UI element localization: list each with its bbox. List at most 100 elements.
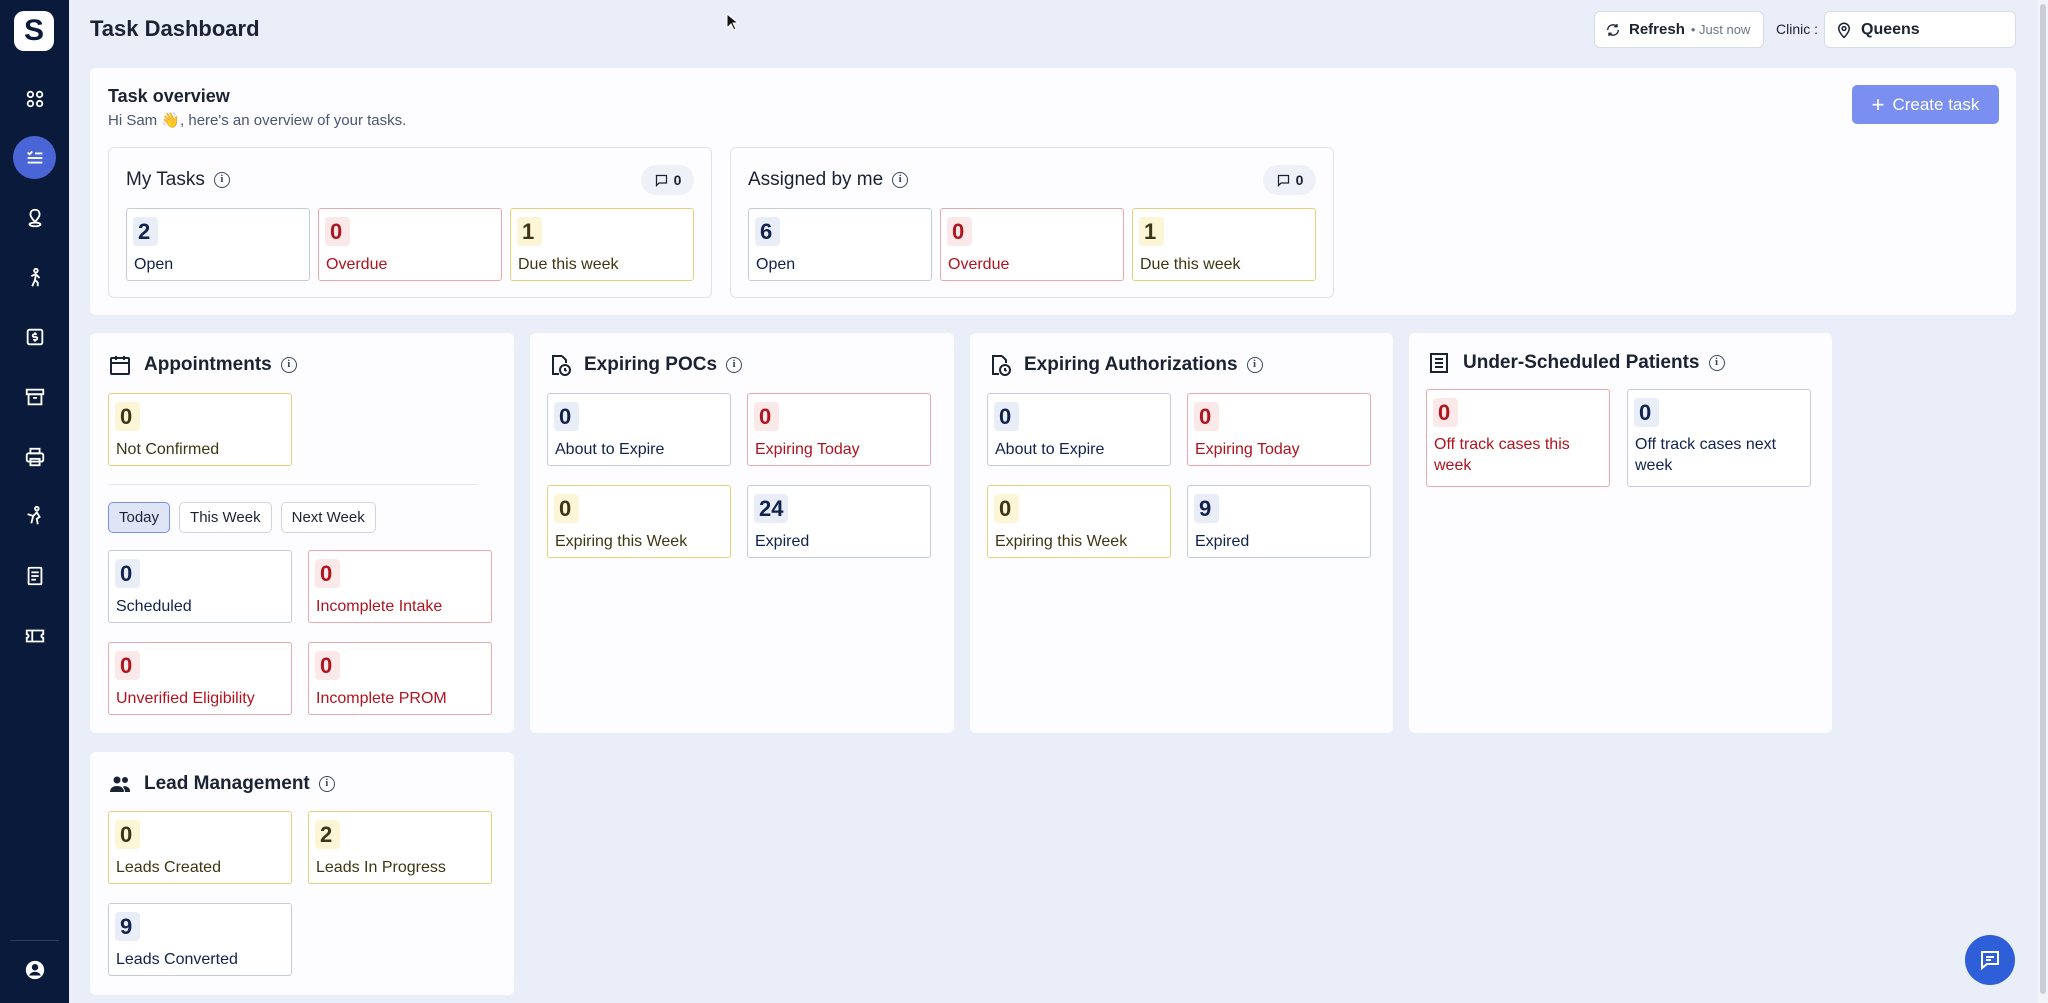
stat-value: 0 (325, 217, 350, 246)
info-icon[interactable]: i (213, 172, 230, 188)
unverified-eligibility-stat[interactable]: 0 Unverified Eligibility (108, 642, 292, 715)
comment-icon (1277, 174, 1289, 187)
incomplete-intake-stat[interactable]: 0 Incomplete Intake (308, 550, 492, 623)
expiring-auth-title: Expiring Authorizations (1024, 354, 1238, 375)
stat-label: Expired (755, 533, 810, 550)
stat-value: 0 (947, 217, 972, 246)
poc-expiring-today[interactable]: 0 Expiring Today (747, 393, 931, 466)
stat-value: 0 (1634, 398, 1659, 427)
stat-label: Due this week (518, 256, 619, 273)
my-tasks-due-this-week[interactable]: 1 Due this week (510, 208, 694, 281)
incomplete-prom-stat[interactable]: 0 Incomplete PROM (308, 642, 492, 715)
printer-icon[interactable] (13, 435, 56, 478)
stat-value: 9 (115, 912, 140, 941)
create-task-button[interactable]: + Create task (1852, 85, 1999, 124)
stat-label: Leads Created (116, 859, 221, 876)
clinic-value: Queens (1861, 20, 1920, 38)
ticket-icon[interactable] (13, 614, 56, 657)
not-confirmed-stat[interactable]: 0 Not Confirmed (108, 393, 292, 466)
my-tasks-comment-count: 0 (673, 172, 682, 188)
auth-expired[interactable]: 9 Expired (1187, 485, 1371, 558)
exercise-icon[interactable] (13, 494, 56, 537)
stat-value: 6 (755, 217, 780, 246)
mouse-cursor-icon (726, 13, 740, 31)
stat-value: 0 (115, 402, 140, 431)
off-track-this-week[interactable]: 0 Off track cases this week (1426, 389, 1610, 487)
assigned-open[interactable]: 6 Open (748, 208, 932, 281)
stat-value: 1 (1139, 217, 1164, 246)
expiring-pocs-title: Expiring POCs (584, 354, 718, 375)
my-tasks-card: My Tasks i 0 2 Open 0 Overdue 1 Due this… (108, 147, 712, 298)
task-overview-subtitle: Hi Sam 👋, here's an overview of your tas… (108, 112, 407, 129)
scheduled-stat[interactable]: 0 Scheduled (108, 550, 292, 623)
tasks-icon[interactable] (13, 136, 56, 179)
poc-about-to-expire[interactable]: 0 About to Expire (547, 393, 731, 466)
info-icon[interactable]: i (892, 172, 909, 188)
stat-value: 0 (315, 651, 340, 680)
stat-label: Off track cases this week (1434, 436, 1570, 474)
stat-value: 0 (1194, 402, 1219, 431)
auth-expiring-today[interactable]: 0 Expiring Today (1187, 393, 1371, 466)
grid-icon[interactable] (13, 77, 56, 120)
leads-converted[interactable]: 9 Leads Converted (108, 903, 292, 976)
under-scheduled-title: Under-Scheduled Patients (1463, 352, 1700, 373)
stat-value: 0 (554, 494, 579, 523)
archive-icon[interactable] (13, 375, 56, 418)
off-track-next-week[interactable]: 0 Off track cases next week (1627, 389, 1811, 487)
expiring-authorizations-panel: Expiring Authorizations i 0 About to Exp… (970, 333, 1393, 733)
stat-label: Open (134, 256, 174, 273)
my-tasks-open[interactable]: 2 Open (126, 208, 310, 281)
assigned-by-me-comments[interactable]: 0 (1263, 165, 1316, 195)
my-tasks-comments[interactable]: 0 (641, 165, 694, 195)
info-icon[interactable]: i (1708, 355, 1725, 371)
refresh-icon (1607, 23, 1619, 36)
stat-label: Expired (1195, 533, 1250, 550)
my-tasks-overdue[interactable]: 0 Overdue (318, 208, 502, 281)
assigned-due-this-week[interactable]: 1 Due this week (1132, 208, 1316, 281)
document-icon[interactable] (13, 554, 56, 597)
tab-next-week[interactable]: Next Week (280, 502, 376, 533)
stat-label: Overdue (948, 256, 1010, 273)
poc-expiring-this-week[interactable]: 0 Expiring this Week (547, 485, 731, 558)
stat-label: Off track cases next week (1635, 436, 1777, 474)
auth-about-to-expire[interactable]: 0 About to Expire (987, 393, 1171, 466)
leads-created[interactable]: 0 Leads Created (108, 811, 292, 884)
my-tasks-title: My Tasks i (126, 169, 230, 191)
auth-expiring-this-week[interactable]: 0 Expiring this Week (987, 485, 1171, 558)
tab-today[interactable]: Today (108, 502, 171, 533)
document-clock-icon (552, 355, 571, 376)
my-tasks-title-text: My Tasks (126, 169, 205, 190)
appointment-tabs: Today This Week Next Week (108, 502, 385, 533)
stat-label: Not Confirmed (116, 441, 220, 458)
document-clock-icon (992, 355, 1011, 376)
leads-in-progress[interactable]: 2 Leads In Progress (308, 811, 492, 884)
info-icon[interactable]: i (726, 357, 743, 373)
stat-value: 0 (554, 402, 579, 431)
refresh-button[interactable]: Refresh • Just now (1594, 11, 1764, 48)
walking-person-icon[interactable] (13, 256, 56, 299)
info-icon[interactable]: i (1246, 357, 1263, 373)
user-account-icon[interactable] (13, 948, 56, 991)
poc-expired[interactable]: 24 Expired (747, 485, 931, 558)
app-logo[interactable]: S (14, 11, 54, 51)
stat-value: 1 (517, 217, 542, 246)
clinic-select[interactable]: Queens (1824, 11, 2016, 48)
tab-this-week[interactable]: This Week (179, 502, 272, 533)
assigned-by-me-title: Assigned by me i (748, 169, 909, 191)
clinic-label: Clinic : (1776, 21, 1819, 37)
scrollbar-thumb[interactable] (2040, 4, 2046, 994)
info-icon[interactable]: i (318, 776, 335, 792)
chat-button[interactable] (1965, 935, 2015, 985)
stat-value: 9 (1194, 494, 1219, 523)
assigned-by-me-card: Assigned by me i 0 6 Open 0 Overdue 1 Du… (730, 147, 1334, 298)
stat-label: Incomplete PROM (316, 690, 447, 707)
stat-value: 0 (994, 402, 1019, 431)
stat-label: Expiring this Week (995, 533, 1128, 550)
stat-value: 0 (115, 820, 140, 849)
location-icon[interactable] (13, 196, 56, 239)
stat-label: Expiring this Week (555, 533, 688, 550)
billing-icon[interactable] (13, 315, 56, 358)
task-overview-panel: Task overview Hi Sam 👋, here's an overvi… (90, 68, 2016, 315)
assigned-overdue[interactable]: 0 Overdue (940, 208, 1124, 281)
info-icon[interactable]: i (280, 357, 297, 373)
